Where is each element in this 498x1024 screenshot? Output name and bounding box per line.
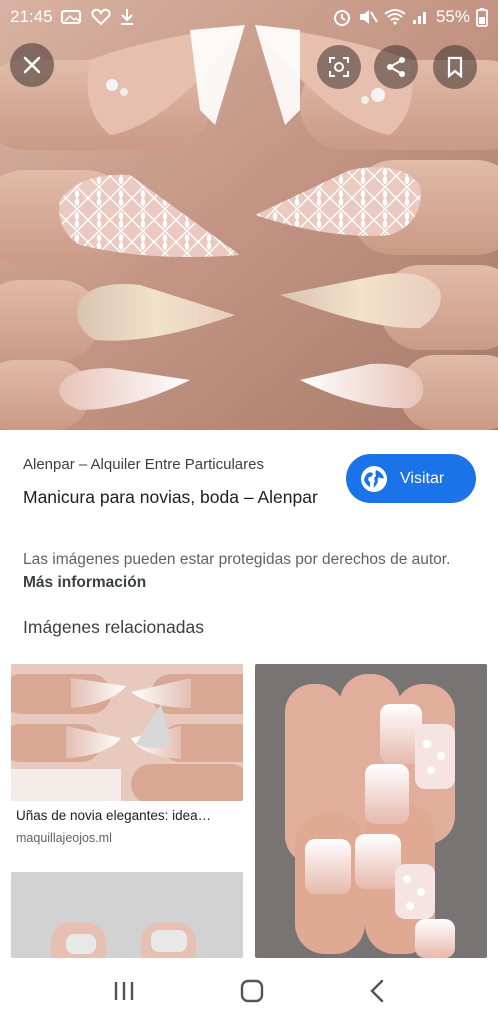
mute-icon: [359, 10, 378, 24]
result-title[interactable]: Manicura para novias, boda – Alenpar: [23, 484, 323, 510]
globe-icon: [361, 465, 387, 492]
related-heading: Imágenes relacionadas: [23, 617, 204, 637]
related-caption-1[interactable]: Uñas de novia elegantes: idea…: [16, 808, 240, 823]
related-photo-1: [11, 664, 243, 801]
related-photo-3: [11, 872, 243, 958]
copyright-notice: Las imágenes pueden estar protegidas por…: [23, 548, 463, 594]
visit-button[interactable]: Visitar: [346, 454, 476, 503]
share-button[interactable]: [374, 45, 418, 89]
alarm-icon: [333, 10, 350, 26]
status-bar: 21:45 55%: [0, 0, 498, 34]
bookmark-button[interactable]: [433, 45, 477, 89]
more-info-link[interactable]: Más información: [23, 574, 146, 591]
close-icon: [23, 56, 41, 74]
lens-icon: [329, 57, 349, 77]
related-photo-2: [255, 664, 487, 958]
related-image-2[interactable]: [255, 664, 487, 958]
wifi-icon: [384, 9, 406, 25]
lens-button[interactable]: [317, 45, 361, 89]
signal-icon: [412, 12, 426, 24]
visit-label: Visitar: [400, 469, 445, 487]
battery-percent: 55%: [435, 7, 470, 26]
related-source-1: maquillajeojos.ml: [16, 831, 112, 845]
share-icon: [387, 57, 405, 77]
recent-apps-icon[interactable]: [112, 980, 136, 1002]
back-icon[interactable]: [368, 979, 386, 1003]
notice-text: Las imágenes pueden estar protegidas por…: [23, 551, 451, 568]
related-image-1[interactable]: [11, 664, 243, 801]
related-image-3[interactable]: [11, 872, 243, 958]
result-source[interactable]: Alenpar – Alquiler Entre Particulares: [23, 456, 264, 473]
close-button[interactable]: [10, 43, 54, 87]
main-image[interactable]: [0, 0, 498, 430]
home-icon[interactable]: [240, 979, 264, 1003]
heart-notification-icon: [90, 8, 111, 26]
system-nav-bar: [0, 958, 498, 1024]
battery-icon: [476, 8, 488, 27]
nail-photo: [0, 0, 498, 430]
download-notification-icon: [120, 9, 133, 25]
status-time: 21:45: [10, 7, 53, 26]
bookmark-icon: [447, 56, 463, 78]
gallery-notification-icon: [60, 10, 81, 24]
